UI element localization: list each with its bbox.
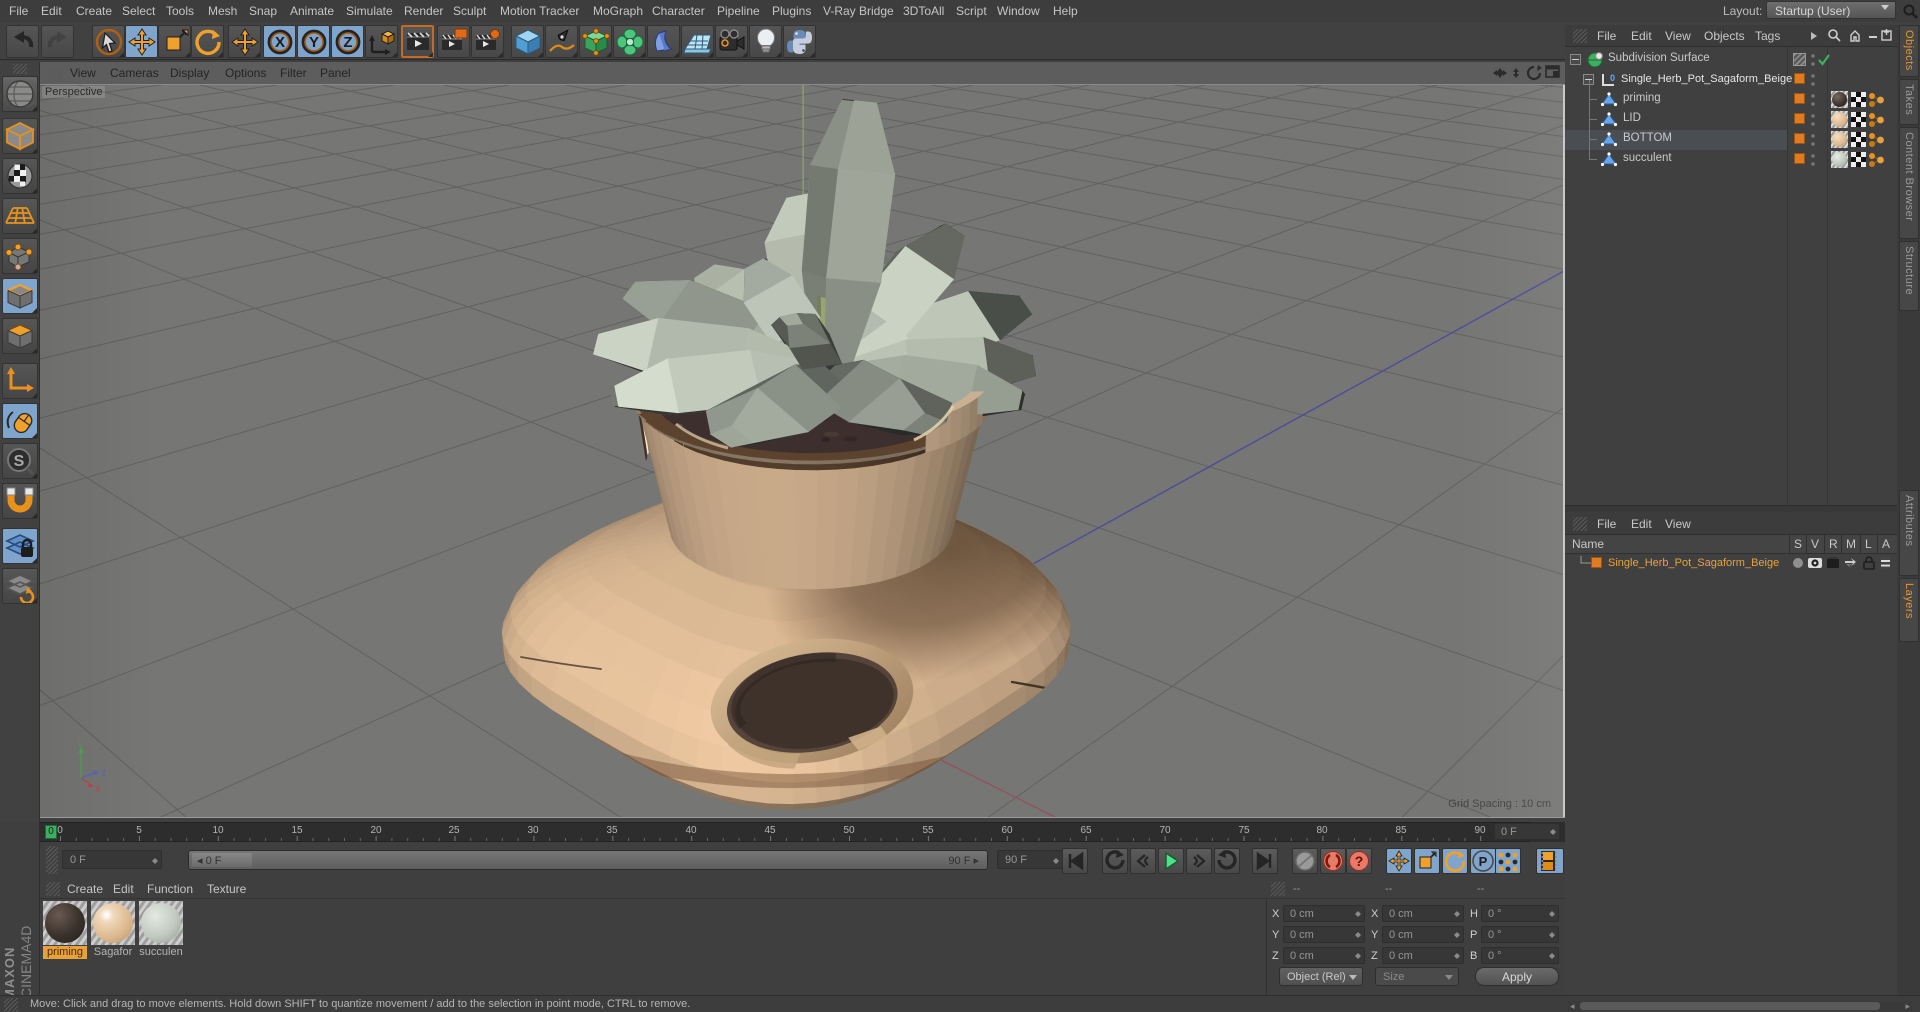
svg-text:25: 25: [448, 825, 460, 836]
svg-text:65: 65: [1080, 825, 1092, 836]
svg-text:90: 90: [1474, 825, 1486, 836]
svg-text:35: 35: [606, 825, 618, 836]
svg-text:60: 60: [1001, 825, 1013, 836]
svg-text:40: 40: [685, 825, 697, 836]
svg-text:S: S: [14, 453, 25, 470]
svg-text:45: 45: [764, 825, 776, 836]
svg-text:50: 50: [843, 825, 855, 836]
svg-text:P: P: [1479, 854, 1488, 869]
svg-text:20: 20: [370, 825, 382, 836]
svg-text:15: 15: [291, 825, 303, 836]
svg-text:80: 80: [1316, 825, 1328, 836]
svg-text:Z: Z: [343, 34, 352, 51]
svg-text:70: 70: [1159, 825, 1171, 836]
svg-text:30: 30: [527, 825, 539, 836]
svg-text:75: 75: [1238, 825, 1250, 836]
svg-text:0: 0: [57, 825, 63, 836]
svg-text:55: 55: [922, 825, 934, 836]
svg-text:85: 85: [1395, 825, 1407, 836]
svg-text:5: 5: [136, 825, 142, 836]
svg-text:Y: Y: [309, 34, 319, 51]
svg-text:X: X: [275, 34, 285, 51]
svg-text:?: ?: [1355, 853, 1364, 869]
svg-text:0: 0: [1610, 73, 1615, 83]
svg-text:10: 10: [212, 825, 224, 836]
